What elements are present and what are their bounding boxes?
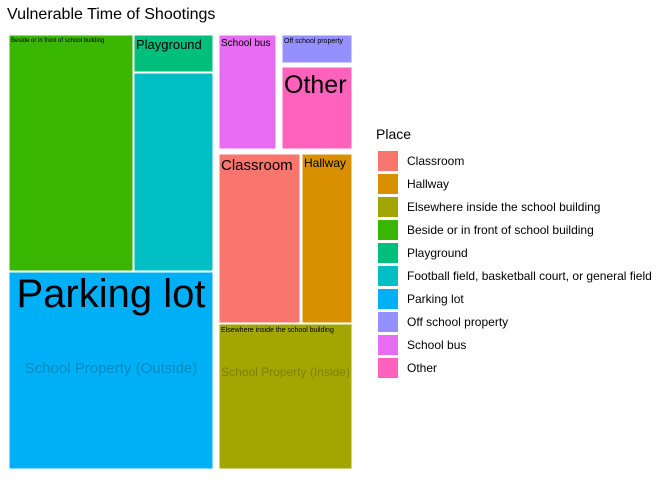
legend-swatch bbox=[378, 335, 398, 355]
group-label-school-property-outside: School Property (Outside) bbox=[25, 360, 198, 377]
legend-title: Place bbox=[376, 126, 412, 142]
tile-school-bus bbox=[218, 34, 277, 150]
legend-label: Beside or in front of school building bbox=[407, 223, 594, 237]
legend-swatch bbox=[378, 289, 398, 309]
tile-classroom bbox=[218, 153, 301, 324]
legend-swatch bbox=[378, 197, 398, 217]
legend-label: School bus bbox=[407, 338, 467, 352]
tile-label-classroom: Classroom bbox=[221, 157, 293, 174]
legend-swatch bbox=[378, 151, 398, 171]
legend-swatch bbox=[378, 266, 398, 286]
tile-label-playground: Playground bbox=[136, 37, 202, 52]
tile-hallway bbox=[301, 153, 353, 324]
legend-swatch bbox=[378, 174, 398, 194]
legend-swatch bbox=[378, 358, 398, 378]
legend-label: Off school property bbox=[407, 315, 509, 329]
tile-label-school-bus: School bus bbox=[221, 38, 270, 49]
tile-beside-or-in-front-of-school-building bbox=[8, 34, 134, 272]
legend-swatch bbox=[378, 312, 398, 332]
tile-label-beside-or-in-front-of-school-building: Beside or in front of school building bbox=[11, 38, 104, 44]
tile-label-other: Other bbox=[284, 71, 347, 99]
tile-label-off-school-property: Off school property bbox=[284, 38, 344, 45]
legend-label: Parking lot bbox=[407, 292, 464, 306]
tile-label-hallway: Hallway bbox=[304, 156, 346, 170]
legend-label: Football field, basketball court, or gen… bbox=[407, 269, 652, 283]
legend-label: Hallway bbox=[407, 177, 450, 191]
legend-swatch bbox=[378, 243, 398, 263]
group-label-school-property-inside: School Property (Inside) bbox=[221, 365, 350, 379]
legend-label: Other bbox=[407, 361, 438, 375]
tile-elsewhere-inside-the-school-building bbox=[218, 323, 353, 470]
tile-label-elsewhere-inside-the-school-building: Elsewhere inside the school building bbox=[221, 327, 334, 334]
tile-label-parking-lot: Parking lot bbox=[17, 272, 206, 316]
tile-football-field-basketball-court-or-general-field bbox=[133, 72, 214, 272]
legend-label: Classroom bbox=[407, 154, 465, 168]
legend-label: Elsewhere inside the school building bbox=[407, 200, 601, 214]
legend-swatch bbox=[378, 220, 398, 240]
treemap-chart: Beside or in front of school building Pla… bbox=[5, 31, 356, 473]
legend-label: Playground bbox=[407, 246, 468, 260]
